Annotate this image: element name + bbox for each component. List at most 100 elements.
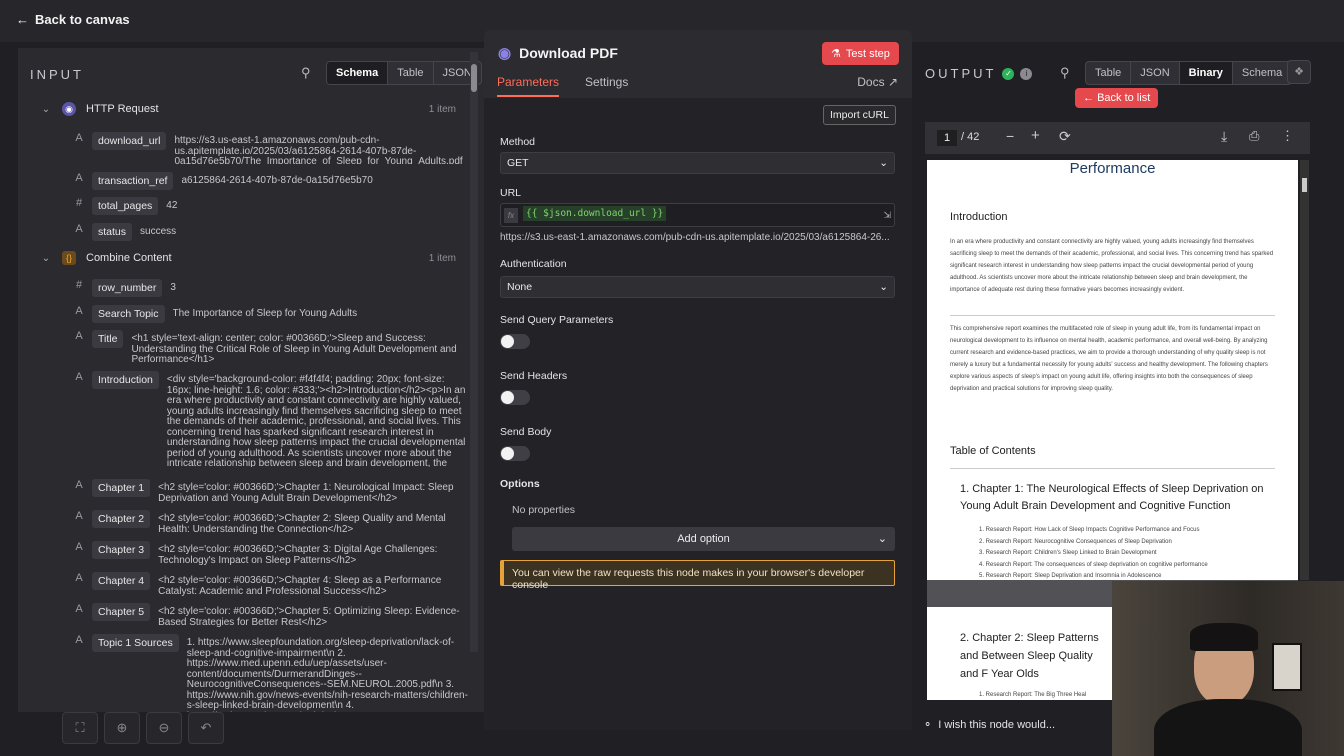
pdf-body-text: This comprehensive report examines the m…: [950, 326, 1268, 392]
send-query-label: Send Query Parameters: [500, 314, 614, 326]
pdf-scrollbar[interactable]: [1300, 160, 1309, 580]
pdf-toc-item: 4. Research Report: The consequences of …: [979, 561, 1208, 568]
page-number-input[interactable]: 1: [937, 130, 957, 146]
success-check-icon: ✓: [1002, 67, 1015, 80]
test-step-button[interactable]: ⚗ Test step: [822, 42, 899, 65]
import-curl-button[interactable]: Import cURL: [823, 105, 896, 125]
print-icon[interactable]: ⎙: [1249, 128, 1259, 144]
field-status[interactable]: A status success: [70, 223, 470, 241]
send-body-toggle[interactable]: [500, 446, 530, 461]
tab-settings[interactable]: Settings: [585, 75, 628, 89]
feedback-prompt[interactable]: ⚬ I wish this node would...: [923, 718, 1055, 732]
authentication-label: Authentication: [500, 258, 567, 270]
webcam-overlay: [1112, 581, 1344, 756]
field-search-topic[interactable]: A Search Topic The Importance of Sleep f…: [70, 305, 470, 323]
method-select[interactable]: GET ⌄: [500, 152, 895, 174]
search-icon[interactable]: ⚲: [301, 65, 311, 81]
pdf-toc-chapter-1: 1. Chapter 1: The Neurological Effects o…: [960, 483, 1264, 512]
chevron-down-icon: ⌄: [877, 533, 887, 545]
pdf-toc-item: 3. Research Report: Children's Sleep Lin…: [979, 550, 1157, 556]
send-headers-toggle[interactable]: [500, 390, 530, 405]
arrow-left-icon: ←: [1083, 92, 1094, 104]
input-scrollbar[interactable]: [470, 52, 478, 652]
options-label: Options: [500, 478, 540, 490]
pdf-intro-text: In an era where productivity and constan…: [950, 239, 1274, 293]
undo-icon[interactable]: ↶: [188, 712, 224, 744]
output-view-schema[interactable]: Schema: [1233, 62, 1291, 84]
fit-view-icon[interactable]: ⛶: [62, 712, 98, 744]
field-title[interactable]: A Title <h1 style='text-align: center; c…: [70, 330, 470, 366]
field-transaction-ref[interactable]: A transaction_ref a6125864-2614-407b-87d…: [70, 172, 470, 190]
node-title[interactable]: Download PDF: [519, 45, 618, 61]
field-download-url[interactable]: A download_url https://s3.us-east-1.amaz…: [70, 132, 470, 164]
url-resolved-preview: https://s3.us-east-1.amazonaws.com/pub-c…: [500, 232, 890, 243]
rotate-icon[interactable]: ⟳: [1059, 128, 1071, 145]
field-chapter-4[interactable]: A Chapter 4 <h2 style='color: #00366D;'>…: [70, 572, 470, 596]
field-chapter-2[interactable]: A Chapter 2 <h2 style='color: #00366D;'>…: [70, 510, 470, 534]
fx-icon: fx: [504, 208, 518, 223]
pdf-toc-title: Table of Contents: [950, 445, 1036, 457]
method-label: Method: [500, 136, 536, 148]
scrollbar-thumb[interactable]: [471, 64, 477, 92]
tree-node-combine-content[interactable]: ⌄ {} Combine Content 1 item: [18, 247, 468, 269]
input-view-schema[interactable]: Schema: [327, 62, 389, 84]
chevron-down-icon: ⌄: [879, 157, 888, 169]
pin-icon[interactable]: ❖: [1287, 60, 1311, 84]
divider: [950, 468, 1275, 469]
search-icon[interactable]: ⚲: [1060, 65, 1070, 81]
field-total-pages[interactable]: # total_pages 42: [70, 197, 470, 215]
download-icon[interactable]: ⤓: [1221, 128, 1227, 145]
info-icon[interactable]: i: [1020, 67, 1033, 80]
send-query-toggle[interactable]: [500, 334, 530, 349]
docs-link[interactable]: Docs ↗: [857, 75, 898, 89]
tree-node-http-request[interactable]: ⌄ ◉ HTTP Request 1 item: [18, 98, 468, 120]
pdf-toc-item: 1. Research Report: The Big Three Heal: [979, 692, 1087, 698]
input-view-table[interactable]: Table: [388, 62, 434, 84]
pdf-toc-item: 1. Research Report: How Lack of Sleep Im…: [979, 527, 1200, 533]
url-expression: {{ $json.download_url }}: [523, 206, 667, 221]
person-shirt: [1154, 699, 1302, 756]
pdf-toc-chapter-2: 2. Chapter 2: Sleep Patterns and Between…: [960, 632, 1099, 680]
url-field[interactable]: fx {{ $json.download_url }} ⇲: [500, 203, 895, 227]
field-chapter-5[interactable]: A Chapter 5 <h2 style='color: #00366D;'>…: [70, 603, 470, 627]
input-title: INPUT: [30, 67, 84, 82]
toggle-knob: [501, 447, 514, 460]
pdf-toc-items: 1. Research Report: How Lack of Sleep Im…: [979, 525, 1279, 583]
field-row-number[interactable]: # row_number 3: [70, 279, 470, 297]
authentication-select[interactable]: None ⌄: [500, 276, 895, 298]
output-view-binary[interactable]: Binary: [1179, 62, 1233, 84]
field-topic-1-sources[interactable]: A Topic 1 Sources 1. https://www.sleepfo…: [70, 634, 470, 712]
divider: [950, 315, 1275, 316]
person-hair: [1190, 623, 1258, 651]
zoom-in-icon[interactable]: +: [1031, 127, 1040, 144]
page-total: / 42: [961, 131, 980, 143]
chevron-down-icon[interactable]: ⌄: [38, 104, 54, 115]
output-title: OUTPUT: [925, 66, 997, 81]
back-to-list-button[interactable]: ← Back to list: [1075, 88, 1159, 108]
pdf-heading: Performance: [1069, 160, 1156, 177]
back-to-canvas-button[interactable]: ← Back to canvas: [16, 12, 130, 27]
zoom-in-icon[interactable]: ⊕: [104, 712, 140, 744]
zoom-out-icon[interactable]: ⊖: [146, 712, 182, 744]
field-chapter-1[interactable]: A Chapter 1 <h2 style='color: #00366D;'>…: [70, 479, 470, 503]
field-chapter-3[interactable]: A Chapter 3 <h2 style='color: #00366D;'>…: [70, 541, 470, 565]
chevron-down-icon[interactable]: ⌄: [38, 253, 54, 264]
flask-icon: ⚗: [831, 48, 841, 60]
pdf-page: Performance Introduction In an era where…: [927, 160, 1298, 580]
arrow-left-icon: ←: [16, 12, 29, 27]
output-view-table[interactable]: Table: [1086, 62, 1132, 84]
globe-icon: ◉: [62, 102, 76, 116]
send-headers-label: Send Headers: [500, 370, 568, 382]
url-label: URL: [500, 187, 522, 199]
tab-parameters[interactable]: Parameters: [497, 75, 560, 97]
output-view-json[interactable]: JSON: [1131, 62, 1180, 84]
more-vert-icon[interactable]: ⋮: [1281, 128, 1294, 144]
pdf-toolbar: 1 / 42 − + ⟳ ⤓ ⎙ ⋮: [925, 122, 1310, 154]
add-option-button[interactable]: Add option ⌄: [512, 527, 895, 551]
scrollbar-thumb[interactable]: [1302, 178, 1307, 192]
expand-icon[interactable]: ⇲: [883, 210, 891, 221]
braces-icon: {}: [62, 251, 76, 265]
node-modal: ◉ Download PDF ⚗ Test step Parameters Se…: [484, 30, 912, 730]
zoom-out-icon[interactable]: −: [1006, 128, 1014, 144]
field-introduction[interactable]: A Introduction <div style='background-co…: [70, 371, 470, 467]
